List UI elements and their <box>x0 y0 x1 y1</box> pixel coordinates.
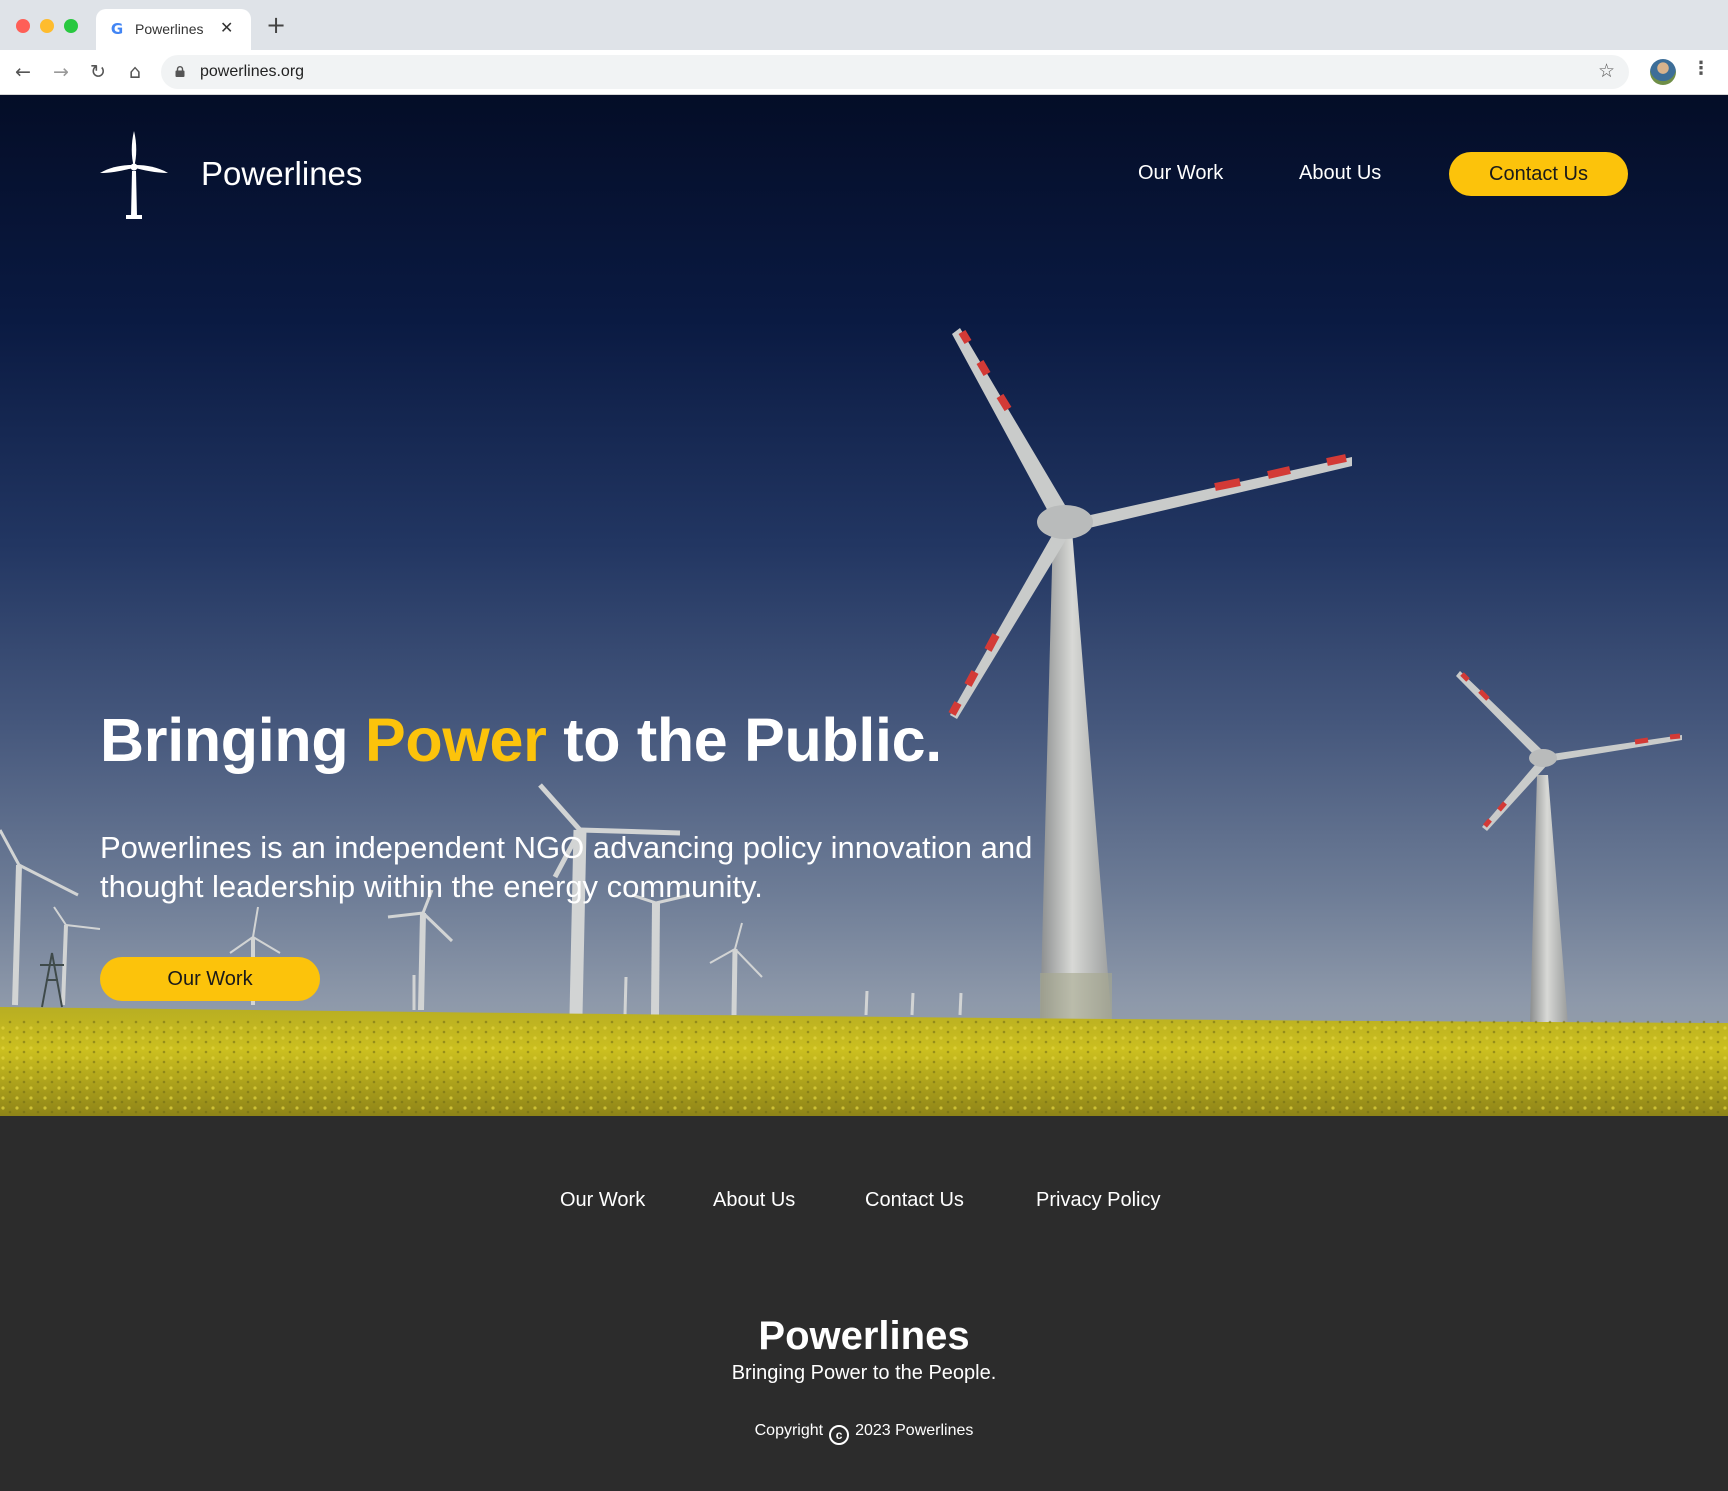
site-header: Powerlines Our Work About Us Contact Us <box>0 95 1728 255</box>
power-pylon <box>40 952 64 1008</box>
footer-tagline: Bringing Power to the People. <box>731 1362 997 1384</box>
footer-brand: Powerlines <box>758 1314 970 1358</box>
footer-link-our-work[interactable]: Our Work <box>560 1189 645 1212</box>
lock-icon <box>175 66 185 77</box>
home-icon[interactable]: ⌂ <box>122 59 148 85</box>
site-footer: Our Work About Us Contact Us Privacy Pol… <box>0 1116 1728 1491</box>
hero-section: Powerlines Our Work About Us Contact Us … <box>0 95 1728 1116</box>
url-text[interactable]: powerlines.org <box>200 63 304 81</box>
site-logo-text[interactable]: Powerlines <box>201 155 362 193</box>
nav-about-us[interactable]: About Us <box>1299 162 1381 185</box>
close-window-button[interactable] <box>16 19 30 33</box>
main-turbine <box>948 328 1352 1025</box>
reload-icon[interactable]: ↻ <box>85 59 111 85</box>
copyright-icon: c <box>829 1425 850 1445</box>
nav-our-work[interactable]: Our Work <box>1138 162 1223 185</box>
hero-headline: Bringing Power to the Public. <box>100 705 942 775</box>
tab-title: Powerlines <box>135 21 204 37</box>
kebab-menu-icon[interactable]: ⋮ <box>1692 60 1710 78</box>
right-turbine <box>1456 671 1682 1025</box>
footer-link-about-us[interactable]: About Us <box>713 1189 795 1212</box>
copyright-line: Copyright c 2023 Powerlines <box>0 1422 1728 1445</box>
browser-toolbar: ← → ↻ ⌂ powerlines.org ☆ ⋮ <box>0 50 1728 95</box>
maximize-window-button[interactable] <box>64 19 78 33</box>
headline-accent: Power <box>364 706 547 774</box>
copyright-label: Copyright <box>754 1422 824 1439</box>
address-bar[interactable]: powerlines.org ☆ <box>161 55 1629 89</box>
wind-turbine-icon[interactable] <box>100 131 168 219</box>
back-arrow-icon[interactable]: ← <box>10 59 36 85</box>
tab-close-icon[interactable]: ✕ <box>220 18 233 37</box>
headline-text-post: to the Public. <box>546 706 942 774</box>
hero-description: Powerlines is an independent NGO advanci… <box>100 830 1033 904</box>
footer-link-privacy-policy[interactable]: Privacy Policy <box>1036 1189 1160 1212</box>
star-icon[interactable]: ☆ <box>1598 60 1615 82</box>
google-favicon-icon: G <box>110 20 124 38</box>
browser-chrome: G Powerlines ✕ + ← → ↻ ⌂ powerlines.org … <box>0 0 1728 95</box>
our-work-cta-button[interactable]: Our Work <box>100 957 320 1001</box>
copyright-year-owner: 2023 Powerlines <box>855 1422 974 1439</box>
profile-avatar[interactable] <box>1650 59 1676 85</box>
headline-text-pre: Bringing <box>100 706 365 774</box>
browser-tab[interactable]: G Powerlines ✕ <box>96 9 251 50</box>
nav-contact-us-button[interactable]: Contact Us <box>1449 152 1628 196</box>
new-tab-icon[interactable]: + <box>266 13 286 37</box>
minimize-window-button[interactable] <box>40 19 54 33</box>
forward-arrow-icon[interactable]: → <box>48 59 74 85</box>
footer-link-contact-us[interactable]: Contact Us <box>865 1189 964 1212</box>
